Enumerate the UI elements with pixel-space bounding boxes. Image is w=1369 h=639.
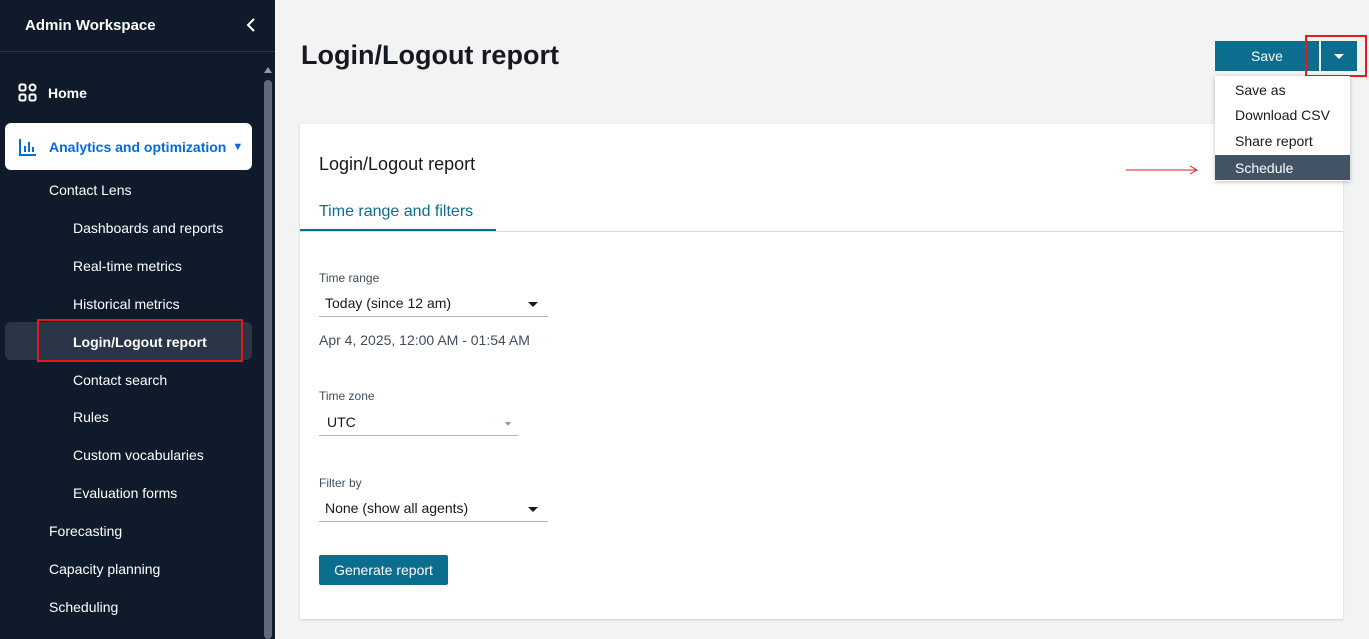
sidebar-item-rules[interactable]: Rules: [73, 407, 109, 427]
annotation-arrow-icon: [1126, 165, 1199, 175]
sidebar-item-home[interactable]: Home: [18, 83, 87, 103]
time-range-select[interactable]: Today (since 12 am): [319, 289, 548, 317]
generate-report-button[interactable]: Generate report: [319, 555, 448, 585]
time-zone-label: Time zone: [319, 389, 375, 403]
chevron-left-icon[interactable]: [241, 15, 261, 35]
time-zone-select[interactable]: UTC: [319, 408, 518, 436]
sidebar-title: Admin Workspace: [25, 17, 156, 34]
sidebar-item-dashboards[interactable]: Dashboards and reports: [73, 218, 223, 238]
menu-item-save-as[interactable]: Save as: [1215, 77, 1350, 102]
sidebar-item-scheduling[interactable]: Scheduling: [49, 597, 118, 617]
sidebar-item-label: Analytics and optimization: [49, 138, 227, 155]
sidebar-item-label: Historical metrics: [73, 296, 180, 312]
menu-item-share-report[interactable]: Share report: [1215, 128, 1350, 153]
sidebar-item-capacity-planning[interactable]: Capacity planning: [49, 559, 160, 579]
sidebar-item-label: Custom vocabularies: [73, 447, 204, 463]
save-button[interactable]: Save: [1215, 41, 1319, 71]
sidebar-item-label: Scheduling: [49, 599, 119, 615]
tab-time-range-filters[interactable]: Time range and filters: [300, 194, 496, 231]
sidebar-item-real-time-metrics[interactable]: Real-time metrics: [73, 256, 182, 276]
sidebar-item-historical-metrics[interactable]: Historical metrics: [73, 294, 180, 314]
sidebar-item-label: Contact search: [73, 372, 168, 388]
time-range-value: Today (since 12 am): [325, 294, 452, 311]
menu-item-schedule[interactable]: Schedule: [1215, 155, 1350, 180]
sidebar-item-label: Evaluation forms: [73, 485, 178, 501]
caret-down-icon: ▼: [232, 140, 244, 153]
filter-by-select[interactable]: None (show all agents): [319, 494, 548, 522]
bar-chart-icon: [19, 138, 37, 156]
grid-icon: [18, 83, 38, 103]
card-title: Login/Logout report: [319, 154, 476, 174]
menu-item-download-csv[interactable]: Download CSV: [1215, 102, 1350, 127]
filter-by-value: None (show all agents): [325, 499, 469, 516]
sidebar-item-evaluation-forms[interactable]: Evaluation forms: [73, 483, 177, 503]
sidebar-item-analytics[interactable]: Analytics and optimization ▼: [5, 123, 252, 170]
scroll-up-arrow-icon[interactable]: [264, 67, 272, 73]
sidebar-item-label: Forecasting: [49, 523, 123, 539]
sidebar-item-contact-search[interactable]: Contact search: [73, 370, 167, 390]
sidebar-scrollbar[interactable]: [264, 80, 272, 639]
sidebar-item-label: Contact Lens: [49, 182, 132, 198]
highlight-box-sidebar: [37, 319, 243, 362]
report-card: Login/Logout report Time range and filte…: [300, 124, 1343, 619]
save-dropdown-menu: Save as Download CSV Share report Schedu…: [1215, 76, 1350, 181]
page-title: Login/Logout report: [301, 40, 559, 70]
sidebar-item-contact-lens[interactable]: Contact Lens: [49, 180, 132, 200]
sidebar-item-forecasting[interactable]: Forecasting: [49, 521, 122, 541]
sidebar-item-custom-vocabularies[interactable]: Custom vocabularies: [73, 445, 204, 465]
sidebar-item-label: Dashboards and reports: [73, 220, 224, 236]
sidebar-item-label: Rules: [73, 409, 109, 425]
sidebar-item-label: Capacity planning: [49, 561, 161, 577]
highlight-box-dropdown: [1305, 35, 1367, 77]
filter-by-label: Filter by: [319, 476, 362, 490]
caret-down-icon: [528, 507, 538, 512]
sidebar-item-label: Home: [48, 85, 87, 101]
caret-down-icon: [505, 422, 511, 426]
time-range-label: Time range: [319, 271, 380, 285]
caret-down-icon: [528, 302, 538, 307]
sidebar-header: Admin Workspace: [0, 0, 275, 52]
time-zone-value: UTC: [327, 413, 356, 430]
sidebar-item-label: Real-time metrics: [73, 258, 182, 274]
time-range-text: Apr 4, 2025, 12:00 AM - 01:54 AM: [319, 332, 530, 348]
tab-divider: [300, 231, 1343, 232]
